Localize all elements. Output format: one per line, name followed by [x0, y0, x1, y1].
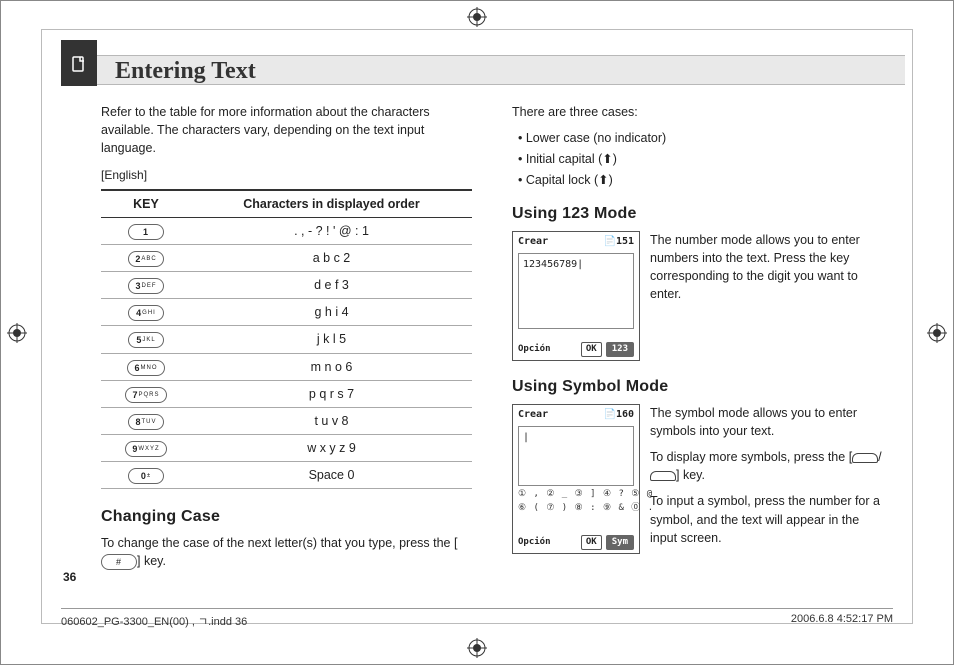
table-row: 6 MNO m n o 6 — [101, 353, 472, 380]
mode-badge: 123 — [606, 342, 634, 357]
language-label: [English] — [101, 167, 472, 184]
key-cell: 9 WXYZ — [101, 434, 191, 461]
key-cell: 7 PQRS — [101, 380, 191, 407]
registration-mark-icon — [467, 7, 487, 27]
using-123-heading: Using 123 Mode — [512, 202, 883, 225]
char-count: 📄151 — [603, 235, 634, 250]
chars-cell: Space 0 — [191, 462, 472, 489]
section-tab — [61, 40, 97, 86]
key-cell: 2 ABC — [101, 245, 191, 272]
keycap-icon: 1 — [128, 224, 164, 240]
table-row: 4 GHI g h i 4 — [101, 299, 472, 326]
list-item: Initial capital (⬆) — [518, 150, 883, 168]
symbol-row: ① , ② _ ③ ] ④ ? ⑤ @ — [518, 489, 634, 501]
key-cell: 1 — [101, 217, 191, 244]
screen-body: 123456789| — [518, 253, 634, 329]
screen-title: Crear — [518, 235, 548, 250]
softkey-right-icon — [650, 471, 676, 481]
screen-body: | — [518, 426, 634, 486]
page-number: 36 — [63, 570, 76, 584]
list-item: Lower case (no indicator) — [518, 129, 883, 147]
document-icon — [61, 40, 97, 86]
page-title: Entering Text — [61, 56, 905, 86]
registration-mark-icon — [467, 638, 487, 658]
table-row: 8 TUV t u v 8 — [101, 407, 472, 434]
key-cell: 5 JKL — [101, 326, 191, 353]
table-row: 0 ± Space 0 — [101, 462, 472, 489]
manual-page: Entering Text Refer to the table for mor… — [0, 0, 954, 665]
changing-case-heading: Changing Case — [101, 505, 472, 528]
table-row: 3 DEF d e f 3 — [101, 272, 472, 299]
chars-cell: p q r s 7 — [191, 380, 472, 407]
cases-list: Lower case (no indicator) Initial capita… — [512, 129, 883, 189]
using-123-body: The number mode allows you to enter numb… — [650, 231, 883, 353]
changing-case-text-a: To change the case of the next letter(s)… — [101, 536, 457, 550]
registration-mark-icon — [7, 323, 27, 343]
key-cell: 0 ± — [101, 462, 191, 489]
keycap-icon: 6 MNO — [127, 360, 164, 376]
softkey-ok: OK — [581, 342, 602, 357]
page-header: Entering Text — [61, 55, 905, 85]
keycap-icon: 8 TUV — [128, 414, 164, 430]
using-symbol-p3: To input a symbol, press the number for … — [650, 492, 883, 546]
chars-cell: d e f 3 — [191, 272, 472, 299]
phone-screen-123: Crear 📄151 123456789| Opción OK 123 — [512, 231, 640, 361]
list-item: Capital lock (⬆) — [518, 171, 883, 189]
th-chars: Characters in displayed order — [191, 190, 472, 218]
keycap-icon: 0 ± — [128, 468, 164, 484]
table-row: 1 . , - ? ! ' @ : 1 — [101, 217, 472, 244]
keycap-icon: 5 JKL — [128, 332, 164, 348]
changing-case-body: To change the case of the next letter(s)… — [101, 534, 472, 570]
chars-cell: g h i 4 — [191, 299, 472, 326]
chars-cell: t u v 8 — [191, 407, 472, 434]
softkey-left: Opción — [518, 536, 551, 549]
table-row: 5 JKL j k l 5 — [101, 326, 472, 353]
table-row: 2 ABC a b c 2 — [101, 245, 472, 272]
keycap-icon: 3 DEF — [128, 278, 164, 294]
changing-case-text-b: ] key. — [137, 554, 166, 568]
softkey-ok: OK — [581, 535, 602, 550]
footer-file: 060602_PG-3300_EN(00) , ㄱ.indd 36 — [61, 613, 247, 628]
hash-key-icon: # — [101, 554, 137, 570]
symbol-row: ⑥ ( ⑦ ) ⑧ : ⑨ & ⓪ . — [518, 503, 634, 515]
left-column: Refer to the table for more information … — [101, 103, 472, 600]
phone-screen-symbol: Crear 📄160 | ① , ② _ ③ ] ④ ? ⑤ @ ⑥ ( ⑦ )… — [512, 404, 640, 554]
page-footer: 060602_PG-3300_EN(00) , ㄱ.indd 36 2006.6… — [61, 608, 893, 628]
mode-badge: Sym — [606, 535, 634, 550]
chars-cell: m n o 6 — [191, 353, 472, 380]
table-row: 7 PQRS p q r s 7 — [101, 380, 472, 407]
th-key: KEY — [101, 190, 191, 218]
registration-mark-icon — [927, 323, 947, 343]
using-symbol-heading: Using Symbol Mode — [512, 375, 883, 398]
cases-intro: There are three cases: — [512, 103, 883, 121]
screen-title: Crear — [518, 408, 548, 423]
table-row: 9 WXYZ w x y z 9 — [101, 434, 472, 461]
chars-cell: j k l 5 — [191, 326, 472, 353]
intro-text: Refer to the table for more information … — [101, 103, 472, 157]
key-cell: 8 TUV — [101, 407, 191, 434]
key-cell: 3 DEF — [101, 272, 191, 299]
key-cell: 6 MNO — [101, 353, 191, 380]
char-count: 📄160 — [603, 408, 634, 423]
chars-cell: a b c 2 — [191, 245, 472, 272]
key-character-table: KEY Characters in displayed order 1 . , -… — [101, 189, 472, 489]
chars-cell: w x y z 9 — [191, 434, 472, 461]
key-cell: 4 GHI — [101, 299, 191, 326]
keycap-icon: 4 GHI — [128, 305, 164, 321]
footer-datetime: 2006.6.8 4:52:17 PM — [791, 613, 893, 628]
keycap-icon: 9 WXYZ — [125, 441, 166, 457]
keycap-icon: 7 PQRS — [125, 387, 166, 403]
softkey-left: Opción — [518, 343, 551, 356]
using-symbol-p2: To display more symbols, press the [/] k… — [650, 448, 883, 484]
using-symbol-p1: The symbol mode allows you to enter symb… — [650, 404, 883, 440]
keycap-icon: 2 ABC — [128, 251, 164, 267]
chars-cell: . , - ? ! ' @ : 1 — [191, 217, 472, 244]
right-column: There are three cases: Lower case (no in… — [512, 103, 883, 600]
softkey-left-icon — [852, 453, 878, 463]
